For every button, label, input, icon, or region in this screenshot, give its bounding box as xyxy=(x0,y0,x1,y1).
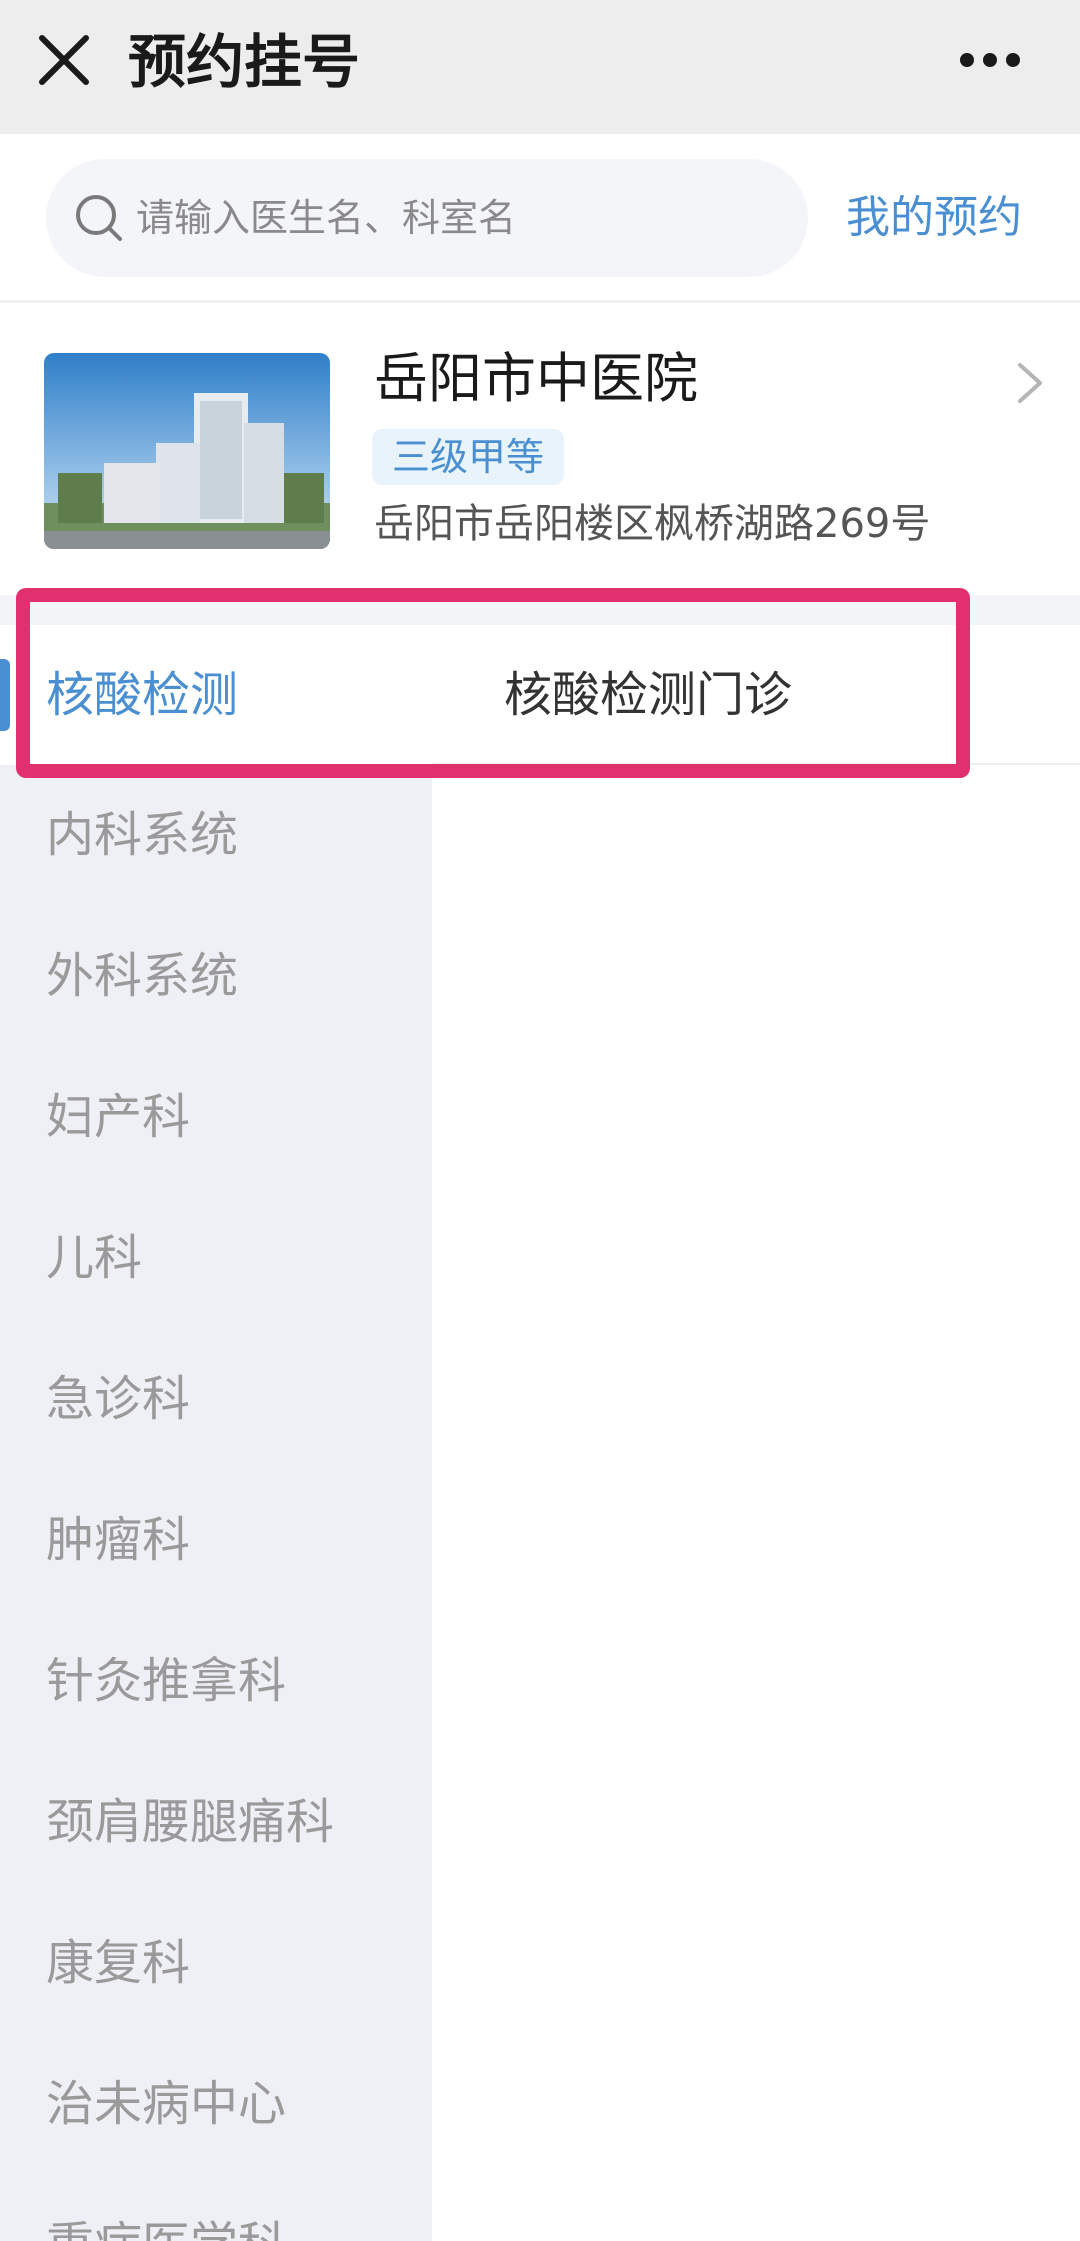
my-appointments-link[interactable]: 我的预约 xyxy=(846,180,1022,256)
department-item[interactable]: 内科系统 xyxy=(0,765,432,905)
search-input[interactable] xyxy=(136,159,776,277)
hospital-address: 岳阳市岳阳楼区枫桥湖路269号 xyxy=(374,501,931,547)
hospital-card[interactable]: 岳阳市中医院 三级甲等 岳阳市岳阳楼区枫桥湖路269号 xyxy=(0,303,1080,595)
more-horizontal-icon[interactable] xyxy=(955,38,1025,82)
hospital-image xyxy=(44,353,330,549)
top-bar: 预约挂号 xyxy=(0,0,1080,134)
department-item[interactable]: 妇产科 xyxy=(0,1047,432,1187)
department-label: 针灸推拿科 xyxy=(46,1653,287,1709)
active-indicator xyxy=(0,659,10,731)
chevron-right-icon[interactable] xyxy=(1012,353,1048,413)
hospital-name: 岳阳市中医院 xyxy=(374,347,698,410)
department-item[interactable]: 急诊科 xyxy=(0,1329,432,1469)
department-label: 肿瘤科 xyxy=(46,1512,191,1568)
search-row: 我的预约 xyxy=(0,134,1080,302)
department-item[interactable]: 肿瘤科 xyxy=(0,1470,432,1610)
department-label: 外科系统 xyxy=(46,948,239,1004)
department-label: 重症医学科 xyxy=(46,2175,286,2241)
search-box[interactable] xyxy=(46,159,808,277)
department-item[interactable]: 外科系统 xyxy=(0,906,432,1046)
department-sidebar: 核酸检测 内科系统 外科系统 妇产科 儿科 急诊科 肿瘤科 针灸推拿科 颈肩腰腿… xyxy=(0,625,432,2241)
clinic-panel: 核酸检测门诊 xyxy=(432,625,1080,2241)
page: 预约挂号 我的预约 xyxy=(0,0,1080,2241)
department-label: 儿科 xyxy=(46,1230,143,1286)
grade-badge: 三级甲等 xyxy=(372,429,565,485)
department-item[interactable]: 颈肩腰腿痛科 xyxy=(0,1752,432,1892)
department-item[interactable]: 重症医学科 xyxy=(0,2175,432,2241)
department-item[interactable]: 治未病中心 xyxy=(0,2034,432,2174)
department-label: 治未病中心 xyxy=(46,2076,287,2132)
department-label: 颈肩腰腿痛科 xyxy=(46,1794,335,1850)
search-icon xyxy=(72,191,126,245)
page-title: 预约挂号 xyxy=(128,28,361,96)
department-label: 妇产科 xyxy=(46,1089,191,1145)
highlight-annotation xyxy=(16,588,970,778)
department-item[interactable]: 儿科 xyxy=(0,1188,432,1328)
department-item[interactable]: 针灸推拿科 xyxy=(0,1611,432,1751)
department-label: 康复科 xyxy=(46,1935,191,1991)
department-item[interactable]: 康复科 xyxy=(0,1893,432,2033)
close-icon[interactable] xyxy=(30,26,98,94)
department-label: 内科系统 xyxy=(46,807,239,863)
department-label: 急诊科 xyxy=(46,1371,191,1427)
